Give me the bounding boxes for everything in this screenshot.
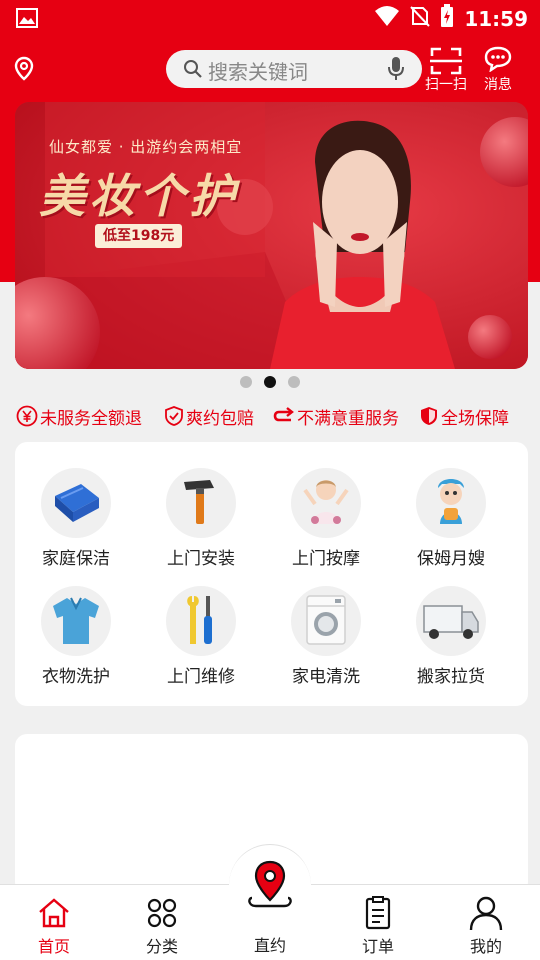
tools-icon [187, 596, 212, 644]
no-sim-icon [410, 5, 431, 32]
service-icon-circle [166, 586, 236, 656]
status-time: 11:59 [464, 6, 528, 31]
nav-orders[interactable]: 订单 [333, 885, 423, 960]
service-laundry[interactable]: 衣物洗护 [21, 586, 131, 696]
home-icon [39, 898, 69, 928]
wifi-icon [374, 5, 400, 32]
guarantee-no-show: 爽约包赔 [164, 402, 254, 430]
hammer-icon [184, 480, 214, 524]
nav-label: 订单 [361, 937, 394, 956]
towel-icon [55, 484, 99, 522]
nav-category[interactable]: 分类 [117, 885, 207, 960]
pagination-dot[interactable] [240, 376, 252, 388]
service-moving[interactable]: 搬家拉货 [396, 586, 506, 696]
yen-circle-icon [16, 405, 38, 427]
guarantee-full-refund: 未服务全额退 [16, 402, 142, 430]
battery-charging-icon [440, 4, 454, 33]
gallery-notification-icon [16, 8, 38, 33]
guarantee-label: 爽约包赔 [186, 408, 254, 429]
service-icon-circle [416, 586, 486, 656]
service-nanny[interactable]: 保姆月嫂 [396, 468, 506, 578]
nav-profile[interactable]: 我的 [441, 885, 531, 960]
nanny-icon [438, 479, 464, 524]
service-icon-circle [166, 468, 236, 538]
nav-label: 首页 [37, 937, 70, 956]
service-label: 上门按摩 [292, 549, 360, 569]
service-label: 上门维修 [167, 667, 235, 687]
location-icon[interactable] [12, 56, 36, 86]
services-card: 家庭保洁 上门安装 上门按摩 保姆月嫂 衣物洗护 上门维修 家电清洗 搬家拉货 [15, 442, 528, 706]
microphone-icon[interactable] [387, 56, 405, 86]
service-massage[interactable]: 上门按摩 [271, 468, 381, 578]
guarantee-label: 不满意重服务 [297, 408, 399, 429]
nav-label: 我的 [469, 937, 502, 956]
service-label: 家庭保洁 [42, 549, 110, 569]
truck-icon [423, 605, 479, 639]
banner-price-tag: 低至198元 [95, 224, 183, 248]
service-label: 上门安装 [167, 549, 235, 569]
category-icon [147, 898, 177, 928]
nav-label: 分类 [145, 937, 178, 956]
service-icon-circle [41, 468, 111, 538]
nav-direct-booking[interactable]: 直约 [225, 860, 315, 960]
washing-machine-icon [306, 595, 346, 645]
status-bar: 11:59 [0, 0, 540, 36]
order-list-icon [365, 896, 391, 930]
nav-label: 直约 [253, 936, 286, 955]
location-pin-icon [248, 860, 292, 908]
service-repair[interactable]: 上门维修 [146, 586, 256, 696]
service-label: 衣物洗护 [42, 667, 110, 687]
service-appliance-cleaning[interactable]: 家电清洗 [271, 586, 381, 696]
banner-title: 美妆个护 [39, 169, 239, 223]
service-label: 保姆月嫂 [417, 549, 485, 569]
guarantee-label: 未服务全额退 [40, 408, 142, 429]
service-icon-circle [41, 586, 111, 656]
shield-half-icon [421, 407, 437, 425]
redo-arrow-icon [273, 407, 294, 422]
massage-girl-icon [303, 480, 349, 524]
banner-subtitle: 仙女都爱 · 出游约会两相宜 [49, 138, 243, 156]
pagination-dot-active[interactable] [264, 376, 276, 388]
service-icon-circle [416, 468, 486, 538]
service-house-cleaning[interactable]: 家庭保洁 [21, 468, 131, 578]
guarantee-label: 全场保障 [441, 408, 509, 429]
banner-pagination [240, 376, 300, 388]
search-bar[interactable]: 搜索关键词 [166, 50, 422, 88]
service-icon-circle [291, 586, 361, 656]
message-button[interactable]: 消息 [476, 46, 520, 93]
guarantee-full-protection: 全场保障 [419, 402, 509, 430]
shield-check-icon [165, 406, 183, 426]
service-label: 家电清洗 [292, 667, 360, 687]
scan-button[interactable]: 扫一扫 [424, 46, 468, 93]
nav-home[interactable]: 首页 [9, 885, 99, 960]
service-installation[interactable]: 上门安装 [146, 468, 256, 578]
service-icon-circle [291, 468, 361, 538]
service-label: 搬家拉货 [417, 667, 485, 687]
scan-label: 扫一扫 [425, 77, 467, 93]
promo-banner[interactable]: 仙女都爱 · 出游约会两相宜 美妆个护 低至198元 [15, 102, 528, 369]
message-label: 消息 [484, 77, 512, 93]
pagination-dot[interactable] [288, 376, 300, 388]
guarantee-redo: 不满意重服务 [273, 402, 399, 430]
user-icon [469, 896, 503, 931]
shirt-icon [53, 597, 99, 644]
search-icon [183, 59, 203, 83]
search-placeholder[interactable]: 搜索关键词 [208, 56, 308, 85]
